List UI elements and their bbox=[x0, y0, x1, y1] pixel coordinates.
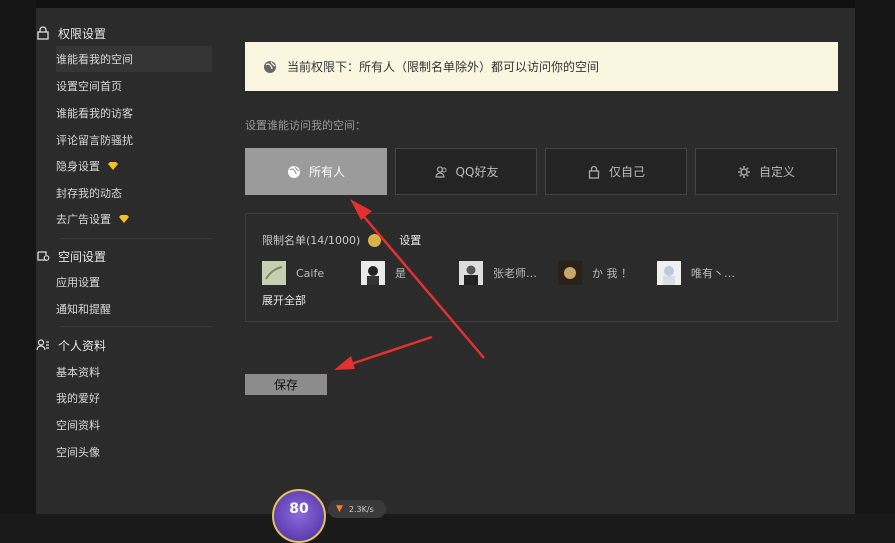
tab-everyone[interactable]: 所有人 bbox=[245, 148, 387, 195]
section-privacy-settings: 权限设置 bbox=[36, 22, 106, 44]
sidebar-item-label: 我的爱好 bbox=[56, 392, 100, 405]
friend-name: 是 bbox=[395, 267, 406, 280]
sidebar-item-label: 设置空间首页 bbox=[56, 80, 122, 93]
section-title: 空间设置 bbox=[58, 249, 107, 264]
restricted-friend[interactable]: か 我 ！ bbox=[558, 261, 632, 285]
profile-icon bbox=[36, 339, 49, 351]
sidebar-item-label: 隐身设置 bbox=[56, 160, 100, 173]
upload-arrow-icon: ▼ bbox=[336, 504, 343, 514]
section-space-settings: 空间设置 bbox=[36, 245, 106, 267]
sidebar-divider bbox=[60, 326, 212, 327]
permission-notice: 当前权限下：所有人（限制名单除外）都可以访问你的空间 bbox=[245, 42, 838, 91]
notice-text: 当前权限下：所有人（限制名单除外）都可以访问你的空间 bbox=[287, 60, 600, 74]
sidebar-item-label: 封存我的动态 bbox=[56, 187, 122, 200]
restriction-header: 限制名单(14/1000) 设置 bbox=[262, 232, 421, 248]
sidebar-item-label: 基本资料 bbox=[56, 366, 100, 379]
tab-label: 仅自己 bbox=[608, 165, 645, 179]
sidebar-item-space-avatar[interactable]: 空间头像 bbox=[56, 439, 212, 465]
lock-icon bbox=[37, 26, 49, 40]
speed-text: 2.3K/s bbox=[348, 504, 374, 514]
tab-label: 所有人 bbox=[308, 165, 345, 179]
friend-name: Caife bbox=[296, 266, 325, 280]
save-button[interactable]: 保存 bbox=[245, 374, 327, 395]
right-margin bbox=[855, 0, 895, 514]
sidebar-item-label: 空间资料 bbox=[56, 419, 100, 432]
gear-icon bbox=[737, 165, 750, 178]
sidebar-item-hobbies[interactable]: 我的爱好 bbox=[56, 385, 212, 411]
friends-icon bbox=[434, 165, 447, 178]
tab-qq-friends[interactable]: QQ好友 bbox=[395, 148, 537, 195]
top-bar bbox=[0, 0, 895, 8]
sidebar-item-label: 应用设置 bbox=[56, 276, 100, 289]
sidebar-item-who-can-see-visitors[interactable]: 谁能看我的访客 bbox=[56, 100, 212, 126]
coin-icon bbox=[368, 233, 382, 247]
sidebar-divider bbox=[60, 238, 212, 239]
section-profile: 个人资料 bbox=[36, 334, 106, 356]
tab-custom[interactable]: 自定义 bbox=[695, 148, 837, 195]
sidebar-item-who-can-see-space[interactable]: 谁能看我的空间 bbox=[56, 46, 212, 72]
diamond-icon bbox=[119, 215, 129, 223]
avatar bbox=[459, 261, 483, 285]
sidebar-item-archive-feed[interactable]: 封存我的动态 bbox=[56, 180, 212, 206]
sidebar-item-label: 去广告设置 bbox=[56, 213, 111, 226]
left-margin bbox=[0, 0, 36, 514]
restriction-panel bbox=[245, 213, 838, 322]
sidebar-item-basic-info[interactable]: 基本资料 bbox=[56, 359, 212, 385]
tab-label: QQ好友 bbox=[455, 165, 499, 179]
sidebar-item-app-settings[interactable]: 应用设置 bbox=[56, 269, 212, 295]
restricted-friend[interactable]: 是 bbox=[361, 261, 406, 285]
space-settings-icon bbox=[37, 251, 50, 261]
tab-only-me[interactable]: 仅自己 bbox=[545, 148, 687, 195]
expand-all-link[interactable]: 展开全部 bbox=[262, 292, 306, 308]
tab-label: 自定义 bbox=[758, 165, 795, 179]
restricted-friend[interactable]: Caife bbox=[262, 261, 324, 285]
friend-name: か 我 ！ bbox=[592, 267, 632, 280]
sidebar-item-remove-ads[interactable]: 去广告设置 bbox=[56, 206, 212, 232]
restricted-friend[interactable]: 张老师… bbox=[459, 261, 537, 285]
sidebar-item-space-info[interactable]: 空间资料 bbox=[56, 412, 212, 438]
sidebar-item-notifications[interactable]: 通知和提醒 bbox=[56, 296, 212, 322]
sidebar-item-label: 评论留言防骚扰 bbox=[56, 134, 133, 147]
level-badge[interactable]: 80 bbox=[272, 489, 326, 543]
diamond-icon bbox=[108, 162, 118, 170]
avatar bbox=[361, 261, 385, 285]
avatar bbox=[558, 261, 582, 285]
restriction-count: 限制名单(14/1000) bbox=[262, 234, 361, 247]
restricted-friend[interactable]: 唯有丶… bbox=[657, 261, 735, 285]
globe-icon bbox=[264, 60, 276, 73]
sidebar-item-anti-harassment[interactable]: 评论留言防骚扰 bbox=[56, 127, 212, 153]
friend-name: 张老师… bbox=[493, 267, 537, 280]
globe-icon bbox=[287, 165, 300, 178]
sidebar-item-label: 空间头像 bbox=[56, 446, 100, 459]
avatar bbox=[262, 261, 286, 285]
avatar bbox=[657, 261, 681, 285]
sidebar-item-label: 谁能看我的空间 bbox=[56, 53, 133, 66]
friend-name: 唯有丶… bbox=[691, 267, 735, 280]
section-title: 个人资料 bbox=[58, 338, 107, 353]
restriction-set-link[interactable]: 设置 bbox=[399, 232, 421, 248]
sidebar-item-label: 谁能看我的访客 bbox=[56, 107, 133, 120]
sidebar-item-set-home[interactable]: 设置空间首页 bbox=[56, 73, 212, 99]
access-label: 设置谁能访问我的空间： bbox=[245, 119, 366, 132]
speed-indicator: ▼ 2.3K/s bbox=[328, 500, 386, 518]
lock-icon bbox=[588, 165, 600, 179]
sidebar-item-label: 通知和提醒 bbox=[56, 303, 111, 316]
sidebar-item-invisible[interactable]: 隐身设置 bbox=[56, 153, 212, 179]
section-title: 权限设置 bbox=[58, 26, 107, 41]
